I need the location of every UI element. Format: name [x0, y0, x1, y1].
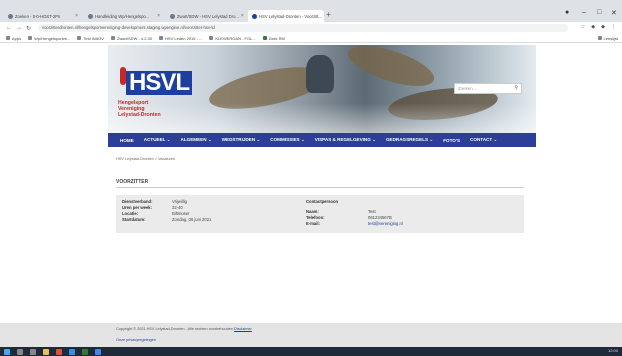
menu-icon[interactable]: ⋮: [611, 24, 616, 30]
start-icon[interactable]: [4, 348, 10, 355]
profile-icon[interactable]: ●: [565, 9, 569, 16]
app-icon[interactable]: [56, 348, 62, 355]
close-tab-icon[interactable]: ×: [157, 13, 160, 19]
bookmark-item[interactable]: HSV Leden 2015 - ...: [159, 36, 202, 41]
logo-text: HSVL: [126, 71, 193, 95]
tab-favicon-icon: [170, 13, 175, 19]
bookmark-item[interactable]: Zoek RM: [262, 36, 285, 41]
extension-icon[interactable]: ◆: [591, 24, 595, 30]
bookmark-item[interactable]: Zwart/SDW - 4.2.00: [110, 36, 152, 41]
site-footer: Copyright © 2021 HSV Lelystad-Dronten - …: [0, 323, 622, 347]
email-link[interactable]: test@vereniging.nl: [368, 221, 403, 226]
copyright-text: Copyright © 2021 HSV Lelystad-Dronten - …: [116, 327, 252, 331]
reading-list[interactable]: Leeslijst: [597, 36, 618, 41]
detail-label: Startdatum:: [122, 217, 146, 222]
search-icon[interactable]: [17, 348, 23, 355]
nav-wedstrijden[interactable]: WEDSTRIJDEN ⌄: [222, 137, 261, 143]
web-page: HSVL Hengelsport Vereniging Lelystad-Dro…: [0, 43, 622, 347]
nav-actueel[interactable]: ACTUEEL ⌄: [144, 137, 171, 143]
vacancy-details: Dienstverband: Uren per week: Locatie: S…: [116, 195, 524, 233]
tab-label: Handleiding Wp/Hengelspo...: [95, 13, 150, 19]
detail-label: E-mail:: [306, 221, 320, 226]
bookmark-item[interactable]: Test WAOV: [77, 36, 104, 41]
search-input[interactable]: Zoeken ... ⚲: [454, 83, 522, 94]
nav-commissies[interactable]: COMMISSIES ⌄: [270, 137, 304, 143]
fish-image: [343, 45, 439, 95]
chrome-icon[interactable]: [95, 348, 101, 355]
address-bar-row: ← → ↻ voorzitterdronten.nl/hengelsportve…: [0, 22, 622, 34]
bookmark-item[interactable]: Wp/Hengelsportve...: [28, 36, 70, 41]
bookmarks-bar: Apps Wp/Hengelsportve... Test WAOV Zwart…: [0, 34, 622, 43]
disclaimer-link[interactable]: Disclaimer: [234, 327, 252, 331]
forward-icon[interactable]: →: [16, 25, 22, 31]
apps-icon: [6, 36, 10, 40]
nav-contact[interactable]: CONTACT ⌄: [470, 137, 497, 143]
app-icon[interactable]: [69, 348, 75, 355]
nav-vispas[interactable]: VISPAS & REGELGEVING ⌄: [315, 137, 376, 143]
bookmark-item[interactable]: Apps: [6, 36, 21, 41]
nav-gedragsregels[interactable]: GEDRAGSREGELS ⌄: [386, 137, 433, 143]
logo-subtitle: Hengelsport Vereniging Lelystad-Dronten: [118, 100, 161, 118]
tab-label: HSV Lelystad-Dronten - Voorzitt...: [259, 13, 322, 19]
bookmark-item[interactable]: KLEWERGAN - FGL...: [209, 36, 256, 41]
maximize-button[interactable]: □: [597, 9, 601, 16]
nav-home[interactable]: HOME: [120, 138, 134, 143]
bookmark-icon: [159, 36, 164, 40]
reload-icon[interactable]: ↻: [26, 25, 31, 32]
browser-tab[interactable]: Zwart/SDW - HSV Lelystad Dro... ×: [166, 10, 246, 22]
header-banner: HSVL Hengelsport Vereniging Lelystad-Dro…: [108, 45, 536, 133]
detail-value: Zondag, 06 juni 2021: [172, 217, 212, 222]
tab-label: Zoeken - 0-0-HOST-2Ps: [15, 13, 61, 19]
tab-favicon-icon: [88, 13, 93, 19]
browser-tab-bar: Zoeken - 0-0-HOST-2Ps × Handleiding Wp/H…: [0, 0, 622, 22]
nav-fotos[interactable]: FOTO'S: [443, 138, 460, 143]
url-field[interactable]: voorzitterdronten.nl/hengelsportverenigi…: [38, 24, 568, 32]
nav-algemeen[interactable]: ALGEMEEN ⌄: [181, 137, 212, 143]
minimize-button[interactable]: –: [582, 9, 586, 16]
divider: [116, 187, 524, 188]
bookmark-icon: [28, 36, 33, 40]
reading-list-icon: [597, 36, 602, 40]
bookmark-icon: [110, 36, 115, 40]
folder-icon[interactable]: [43, 348, 49, 355]
privacy-link[interactable]: Onze privacyregelingen: [116, 338, 156, 342]
angler-image: [306, 55, 334, 93]
browser-tab[interactable]: Handleiding Wp/Hengelspo... ×: [84, 10, 164, 22]
close-tab-icon[interactable]: ×: [241, 13, 244, 19]
tab-favicon-icon: [252, 13, 257, 19]
app-icon[interactable]: [82, 348, 88, 355]
browser-tab-active[interactable]: HSV Lelystad-Dronten - Voorzitt... ×: [248, 10, 324, 22]
taskbar-clock[interactable]: 12:00: [608, 348, 618, 353]
bookmark-icon: [262, 36, 267, 40]
extension-icon[interactable]: ◆: [601, 24, 605, 30]
main-navigation: HOME ACTUEEL ⌄ ALGEMEEN ⌄ WEDSTRIJDEN ⌄ …: [108, 133, 536, 147]
back-icon[interactable]: ←: [6, 25, 12, 31]
tab-favicon-icon: [8, 13, 13, 19]
os-taskbar: 12:00: [0, 347, 622, 356]
close-window-button[interactable]: ✕: [611, 9, 617, 17]
star-icon[interactable]: ☆: [581, 24, 585, 30]
search-icon[interactable]: ⚲: [514, 84, 518, 93]
tab-label: Zwart/SDW - HSV Lelystad Dro...: [177, 13, 239, 19]
breadcrumb[interactable]: HSV Lelystad-Dronten > Vacatures: [116, 157, 175, 161]
close-tab-icon[interactable]: ×: [75, 13, 78, 19]
bookmark-icon: [77, 36, 82, 40]
page-title: VOORZITTER: [116, 179, 149, 185]
task-view-icon[interactable]: [30, 348, 36, 355]
browser-tab[interactable]: Zoeken - 0-0-HOST-2Ps ×: [4, 10, 82, 22]
new-tab-button[interactable]: +: [326, 10, 331, 19]
bookmark-icon: [209, 36, 214, 40]
